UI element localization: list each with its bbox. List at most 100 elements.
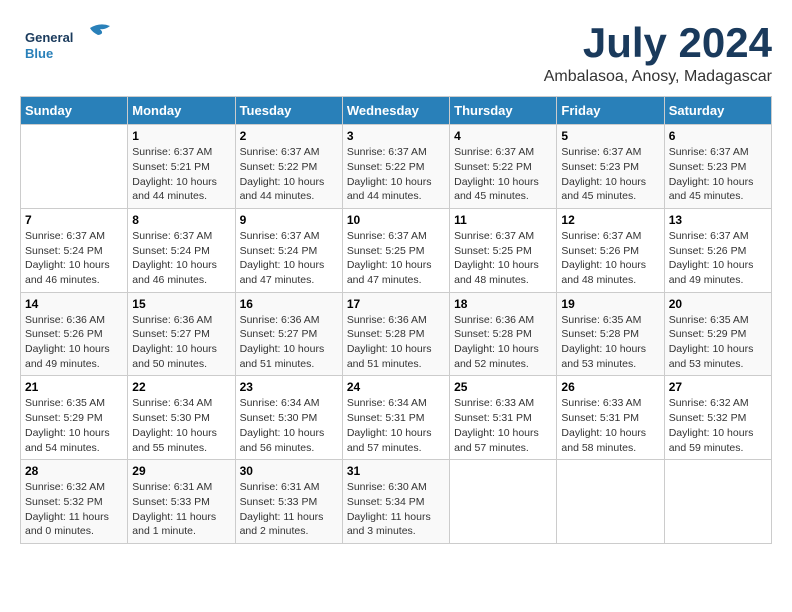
day-info: Sunrise: 6:36 AMSunset: 5:27 PMDaylight:… (132, 313, 230, 372)
day-cell: 7 Sunrise: 6:37 AMSunset: 5:24 PMDaylight… (21, 208, 128, 292)
day-cell: 16 Sunrise: 6:36 AMSunset: 5:27 PMDayligh… (235, 292, 342, 376)
logo-svg: General Blue (20, 20, 120, 70)
day-info: Sunrise: 6:36 AMSunset: 5:27 PMDaylight:… (240, 313, 338, 372)
day-number: 13 (669, 213, 767, 227)
day-number: 22 (132, 380, 230, 394)
day-cell: 25 Sunrise: 6:33 AMSunset: 5:31 PMDayligh… (450, 376, 557, 460)
day-cell: 27Sunrise: 6:32 AMSunset: 5:32 PMDayligh… (664, 376, 771, 460)
day-info: Sunrise: 6:33 AMSunset: 5:31 PMDaylight:… (454, 396, 552, 455)
day-cell: 28 Sunrise: 6:32 AMSunset: 5:32 PMDayligh… (21, 460, 128, 544)
day-info: Sunrise: 6:36 AMSunset: 5:28 PMDaylight:… (347, 313, 445, 372)
header-day-saturday: Saturday (664, 97, 771, 125)
day-number: 17 (347, 297, 445, 311)
day-cell: 19Sunrise: 6:35 AMSunset: 5:28 PMDayligh… (557, 292, 664, 376)
day-info: Sunrise: 6:31 AMSunset: 5:33 PMDaylight:… (240, 480, 338, 539)
day-number: 16 (240, 297, 338, 311)
day-cell: 20 Sunrise: 6:35 AMSunset: 5:29 PMDayligh… (664, 292, 771, 376)
page-header: General Blue July 2024 Ambalasoa, Anosy,… (20, 20, 772, 86)
month-title: July 2024 (544, 20, 772, 66)
day-info: Sunrise: 6:37 AMSunset: 5:24 PMDaylight:… (25, 229, 123, 288)
day-info: Sunrise: 6:37 AMSunset: 5:21 PMDaylight:… (132, 145, 230, 204)
day-cell (557, 460, 664, 544)
day-number: 15 (132, 297, 230, 311)
day-cell: 14 Sunrise: 6:36 AMSunset: 5:26 PMDayligh… (21, 292, 128, 376)
title-block: July 2024 Ambalasoa, Anosy, Madagascar (544, 20, 772, 86)
day-cell: 8Sunrise: 6:37 AMSunset: 5:24 PMDaylight… (128, 208, 235, 292)
header-day-sunday: Sunday (21, 97, 128, 125)
day-number: 29 (132, 464, 230, 478)
day-cell: 26Sunrise: 6:33 AMSunset: 5:31 PMDayligh… (557, 376, 664, 460)
day-info: Sunrise: 6:36 AMSunset: 5:26 PMDaylight:… (25, 313, 123, 372)
day-number: 25 (454, 380, 552, 394)
day-info: Sunrise: 6:30 AMSunset: 5:34 PMDaylight:… (347, 480, 445, 539)
week-row-3: 14 Sunrise: 6:36 AMSunset: 5:26 PMDayligh… (21, 292, 772, 376)
day-number: 31 (347, 464, 445, 478)
day-info: Sunrise: 6:37 AMSunset: 5:23 PMDaylight:… (669, 145, 767, 204)
day-number: 18 (454, 297, 552, 311)
day-cell: 1 Sunrise: 6:37 AMSunset: 5:21 PMDaylight… (128, 125, 235, 209)
day-info: Sunrise: 6:34 AMSunset: 5:30 PMDaylight:… (240, 396, 338, 455)
day-cell: 17 Sunrise: 6:36 AMSunset: 5:28 PMDayligh… (342, 292, 449, 376)
day-info: Sunrise: 6:35 AMSunset: 5:29 PMDaylight:… (669, 313, 767, 372)
header-row: SundayMondayTuesdayWednesdayThursdayFrid… (21, 97, 772, 125)
day-cell: 3 Sunrise: 6:37 AMSunset: 5:22 PMDaylight… (342, 125, 449, 209)
logo: General Blue (20, 20, 120, 70)
day-cell (664, 460, 771, 544)
day-number: 28 (25, 464, 123, 478)
day-number: 12 (561, 213, 659, 227)
day-cell: 30 Sunrise: 6:31 AMSunset: 5:33 PMDayligh… (235, 460, 342, 544)
day-number: 20 (669, 297, 767, 311)
day-info: Sunrise: 6:37 AMSunset: 5:26 PMDaylight:… (561, 229, 659, 288)
day-cell: 18Sunrise: 6:36 AMSunset: 5:28 PMDayligh… (450, 292, 557, 376)
day-number: 11 (454, 213, 552, 227)
day-info: Sunrise: 6:32 AMSunset: 5:32 PMDaylight:… (669, 396, 767, 455)
day-info: Sunrise: 6:32 AMSunset: 5:32 PMDaylight:… (25, 480, 123, 539)
day-info: Sunrise: 6:37 AMSunset: 5:25 PMDaylight:… (347, 229, 445, 288)
day-number: 19 (561, 297, 659, 311)
day-number: 2 (240, 129, 338, 143)
header-day-tuesday: Tuesday (235, 97, 342, 125)
day-cell (450, 460, 557, 544)
day-cell: 5Sunrise: 6:37 AMSunset: 5:23 PMDaylight… (557, 125, 664, 209)
day-info: Sunrise: 6:34 AMSunset: 5:30 PMDaylight:… (132, 396, 230, 455)
day-number: 4 (454, 129, 552, 143)
week-row-2: 7 Sunrise: 6:37 AMSunset: 5:24 PMDaylight… (21, 208, 772, 292)
day-cell: 24Sunrise: 6:34 AMSunset: 5:31 PMDayligh… (342, 376, 449, 460)
location-subtitle: Ambalasoa, Anosy, Madagascar (544, 68, 772, 86)
day-number: 6 (669, 129, 767, 143)
day-number: 1 (132, 129, 230, 143)
day-number: 7 (25, 213, 123, 227)
header-day-wednesday: Wednesday (342, 97, 449, 125)
header-day-thursday: Thursday (450, 97, 557, 125)
day-info: Sunrise: 6:37 AMSunset: 5:26 PMDaylight:… (669, 229, 767, 288)
day-number: 9 (240, 213, 338, 227)
day-info: Sunrise: 6:37 AMSunset: 5:22 PMDaylight:… (240, 145, 338, 204)
day-cell: 23Sunrise: 6:34 AMSunset: 5:30 PMDayligh… (235, 376, 342, 460)
svg-text:General: General (25, 30, 73, 45)
day-cell: 12 Sunrise: 6:37 AMSunset: 5:26 PMDayligh… (557, 208, 664, 292)
day-info: Sunrise: 6:37 AMSunset: 5:25 PMDaylight:… (454, 229, 552, 288)
day-cell: 2 Sunrise: 6:37 AMSunset: 5:22 PMDaylight… (235, 125, 342, 209)
day-cell: 15 Sunrise: 6:36 AMSunset: 5:27 PMDayligh… (128, 292, 235, 376)
day-cell: 22 Sunrise: 6:34 AMSunset: 5:30 PMDayligh… (128, 376, 235, 460)
day-info: Sunrise: 6:31 AMSunset: 5:33 PMDaylight:… (132, 480, 230, 539)
day-number: 3 (347, 129, 445, 143)
day-number: 14 (25, 297, 123, 311)
day-cell: 9 Sunrise: 6:37 AMSunset: 5:24 PMDaylight… (235, 208, 342, 292)
week-row-1: 1 Sunrise: 6:37 AMSunset: 5:21 PMDaylight… (21, 125, 772, 209)
day-cell: 10 Sunrise: 6:37 AMSunset: 5:25 PMDayligh… (342, 208, 449, 292)
day-number: 10 (347, 213, 445, 227)
day-info: Sunrise: 6:37 AMSunset: 5:24 PMDaylight:… (132, 229, 230, 288)
day-cell: 11 Sunrise: 6:37 AMSunset: 5:25 PMDayligh… (450, 208, 557, 292)
day-info: Sunrise: 6:37 AMSunset: 5:22 PMDaylight:… (454, 145, 552, 204)
day-cell: 31 Sunrise: 6:30 AMSunset: 5:34 PMDayligh… (342, 460, 449, 544)
day-info: Sunrise: 6:37 AMSunset: 5:24 PMDaylight:… (240, 229, 338, 288)
day-info: Sunrise: 6:34 AMSunset: 5:31 PMDaylight:… (347, 396, 445, 455)
day-number: 5 (561, 129, 659, 143)
day-info: Sunrise: 6:33 AMSunset: 5:31 PMDaylight:… (561, 396, 659, 455)
day-info: Sunrise: 6:35 AMSunset: 5:29 PMDaylight:… (25, 396, 123, 455)
day-number: 30 (240, 464, 338, 478)
week-row-5: 28 Sunrise: 6:32 AMSunset: 5:32 PMDayligh… (21, 460, 772, 544)
day-info: Sunrise: 6:37 AMSunset: 5:22 PMDaylight:… (347, 145, 445, 204)
header-day-friday: Friday (557, 97, 664, 125)
